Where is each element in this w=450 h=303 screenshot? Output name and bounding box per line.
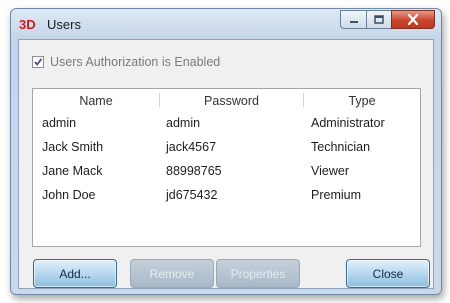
auth-checkbox-row[interactable]: Users Authorization is Enabled bbox=[32, 55, 220, 69]
cell-name: admin bbox=[42, 116, 77, 130]
properties-button[interactable]: Properties bbox=[216, 259, 300, 288]
table-row[interactable]: John Doe jd675432 Premium bbox=[33, 185, 420, 209]
checkmark-icon bbox=[34, 58, 43, 66]
users-table[interactable]: Name Password Type admin admin Administr… bbox=[32, 88, 421, 247]
table-row[interactable]: admin admin Administrator bbox=[33, 113, 420, 137]
cell-password: admin bbox=[166, 116, 201, 130]
cell-type: Technician bbox=[311, 140, 371, 154]
maximize-icon bbox=[374, 15, 384, 24]
dialog-content: Users Authorization is Enabled Name Pass… bbox=[18, 39, 434, 289]
window-close-button[interactable] bbox=[391, 10, 435, 29]
column-header-password[interactable]: Password bbox=[160, 94, 303, 108]
cell-password: jack4567 bbox=[166, 140, 217, 154]
minimize-icon bbox=[349, 20, 358, 23]
table-row[interactable]: Jane Mack 88998765 Viewer bbox=[33, 161, 420, 185]
auth-checkbox-label: Users Authorization is Enabled bbox=[50, 55, 221, 69]
minimize-button[interactable] bbox=[340, 10, 366, 29]
cell-type: Viewer bbox=[311, 164, 349, 178]
column-header-name[interactable]: Name bbox=[33, 94, 159, 108]
cell-name: Jack Smith bbox=[42, 140, 104, 154]
window-title: Users bbox=[47, 17, 81, 32]
close-button[interactable]: Close bbox=[346, 259, 430, 288]
table-header: Name Password Type bbox=[33, 89, 420, 113]
maximize-button[interactable] bbox=[366, 10, 391, 29]
cell-type: Administrator bbox=[311, 116, 385, 130]
app-logo-text: 3D bbox=[19, 17, 36, 32]
close-icon bbox=[407, 14, 419, 25]
add-button[interactable]: Add... bbox=[33, 259, 117, 288]
cell-password: 88998765 bbox=[166, 164, 222, 178]
caption-buttons bbox=[340, 10, 435, 30]
cell-name: John Doe bbox=[42, 188, 96, 202]
column-header-type[interactable]: Type bbox=[304, 94, 420, 108]
app-logo-icon: 3D bbox=[19, 17, 36, 32]
cell-type: Premium bbox=[311, 188, 362, 202]
title-bar[interactable]: 3D Users bbox=[11, 9, 441, 39]
table-row[interactable]: Jack Smith jack4567 Technician bbox=[33, 137, 420, 161]
cell-password: jd675432 bbox=[166, 188, 218, 202]
users-dialog: 3D Users Users Authorization is Enabled … bbox=[10, 8, 442, 295]
remove-button[interactable]: Remove bbox=[130, 259, 214, 288]
cell-name: Jane Mack bbox=[42, 164, 103, 178]
auth-checkbox[interactable] bbox=[32, 56, 44, 68]
